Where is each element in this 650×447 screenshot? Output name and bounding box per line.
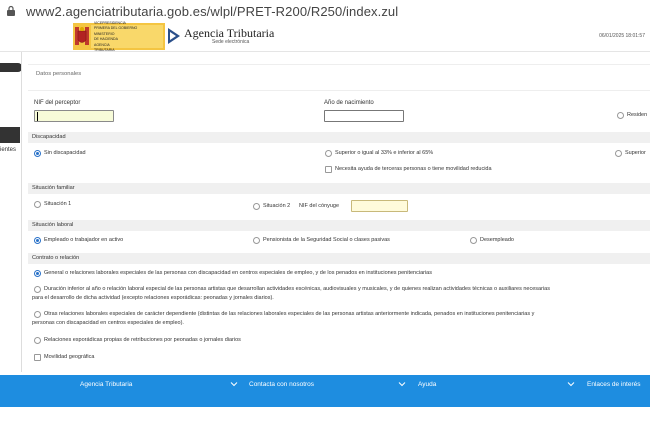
chevron-down-icon[interactable] <box>230 380 238 388</box>
birth-year-label: Año de nacimiento <box>324 100 374 106</box>
residence-radio[interactable] <box>617 112 624 119</box>
sidebar-active-item[interactable] <box>0 127 20 143</box>
checkbox-movilidad[interactable] <box>34 354 41 361</box>
agency-logo[interactable]: Agencia Tributaria Sede electrónica <box>166 26 274 46</box>
option-contrato-duracion-l1: Duración inferior al año o relación labo… <box>44 286 550 292</box>
footer-link-enlaces[interactable]: Enlaces de interés <box>587 381 640 388</box>
radio-sin-discapacidad[interactable] <box>34 150 41 157</box>
option-contrato-duracion-l2: para el desarrollo de dicha actividad (e… <box>32 295 274 301</box>
chevron-down-icon[interactable] <box>567 380 575 388</box>
site-header: VICEPRESIDENCIA PRIMERA DEL GOBIERNO MIN… <box>0 21 650 52</box>
radio-desempleado[interactable] <box>470 237 477 244</box>
option-contrato-otras-l2: personas con discapacidad en centros esp… <box>32 320 184 326</box>
agency-arrow-icon <box>168 28 180 44</box>
site-footer: Agencia Tributaria Contacta con nosotros… <box>0 375 650 407</box>
radio-empleado[interactable] <box>34 237 41 244</box>
radio-pensionista[interactable] <box>253 237 260 244</box>
label-ayuda-terceras: Necesita ayuda de terceras personas o ti… <box>335 166 492 172</box>
checkbox-ayuda-terceras[interactable] <box>325 166 332 173</box>
option-pensionista: Pensionista de la Seguridad Social o cla… <box>263 237 390 243</box>
sidebar-item-label[interactable]: ientes <box>0 147 16 153</box>
agency-name: Agencia Tributaria <box>184 25 275 40</box>
header-datetime: 06/01/2025 18:01:57 <box>599 33 645 39</box>
url-text[interactable]: www2.agenciatributaria.gob.es/wlpl/PRET-… <box>26 4 398 19</box>
option-contrato-general: General o relaciones laborales especiale… <box>44 270 432 276</box>
gov-logo-content: VICEPRESIDENCIA PRIMERA DEL GOBIERNO MIN… <box>73 21 163 52</box>
radio-contrato-duracion[interactable] <box>34 286 41 293</box>
footer-link-contacta[interactable]: Contacta con nosotros <box>249 381 314 388</box>
label-movilidad: Movilidad geográfica <box>44 354 95 360</box>
radio-contrato-otras[interactable] <box>34 311 41 318</box>
option-superior-65: Superior <box>625 150 646 156</box>
nif-label: NIF del perceptor <box>34 100 81 106</box>
main-form: Datos personales NIF del perceptor Año d… <box>28 52 650 372</box>
browser-url-bar[interactable]: www2.agenciatributaria.gob.es/wlpl/PRET-… <box>0 0 650 22</box>
spouse-nif-label: NIF del cónyuge <box>299 203 340 209</box>
footer-link-agencia[interactable]: Agencia Tributaria <box>80 381 132 388</box>
option-contrato-otras-l1: Otras relaciones laborales especiales de… <box>44 311 535 317</box>
option-empleado: Empleado o trabajador en activo <box>44 237 124 243</box>
lock-icon <box>6 5 16 17</box>
coat-of-arms-icon <box>73 25 91 49</box>
sidebar-divider <box>21 52 22 372</box>
text-cursor <box>37 112 38 121</box>
section-title-situacion-familiar: Situación familiar <box>28 183 650 194</box>
radio-superior-65[interactable] <box>615 150 622 157</box>
option-sin-discapacidad: Sin discapacidad <box>44 150 86 156</box>
residence-label: Residen <box>627 112 648 118</box>
radio-situacion-1[interactable] <box>34 201 41 208</box>
radio-situacion-2[interactable] <box>253 203 260 210</box>
section-title-discapacidad: Discapacidad <box>28 132 650 143</box>
option-contrato-esporadicas: Relaciones esporádicas propias de retrib… <box>44 337 241 343</box>
radio-superior-33[interactable] <box>325 150 332 157</box>
radio-contrato-general[interactable] <box>34 270 41 277</box>
option-desempleado: Desempleado <box>480 237 514 243</box>
spouse-nif-input[interactable] <box>351 200 408 212</box>
option-situacion-1: Situación 1 <box>44 201 72 207</box>
section-title-contrato: Contrato o relación <box>28 253 650 264</box>
option-superior-33: Superior o igual al 33% e inferior al 65… <box>335 150 434 156</box>
chevron-down-icon[interactable] <box>398 380 406 388</box>
section-title-datos-personales: Datos personales <box>36 71 82 77</box>
section-title-situacion-laboral: Situación laboral <box>28 220 650 231</box>
footer-link-ayuda[interactable]: Ayuda <box>418 381 436 388</box>
option-situacion-2: Situación 2 <box>263 203 291 209</box>
radio-contrato-esporadicas[interactable] <box>34 337 41 344</box>
sidebar-toggle-button[interactable] <box>0 63 22 72</box>
nif-input[interactable] <box>34 110 114 122</box>
birth-year-input[interactable] <box>324 110 404 122</box>
